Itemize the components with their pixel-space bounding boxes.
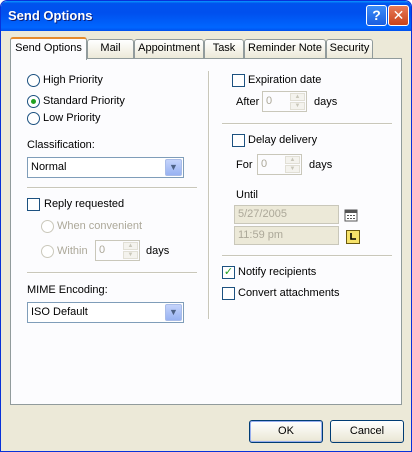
expiration-date-label[interactable]: Expiration date <box>248 74 321 86</box>
mime-encoding-select[interactable]: ISO Default ▼ <box>27 302 184 323</box>
convert-attachments-checkbox[interactable] <box>222 287 235 300</box>
divider <box>222 123 392 125</box>
convert-attachments-label[interactable]: Convert attachments <box>238 287 340 299</box>
within-days-unit: days <box>146 245 170 257</box>
close-button[interactable]: ✕ <box>388 5 409 26</box>
classification-label: Classification: <box>27 139 95 151</box>
radio-when-convenient[interactable] <box>41 220 54 233</box>
spin-down-icon[interactable]: ▼ <box>123 251 138 259</box>
chevron-down-icon[interactable]: ▼ <box>165 304 182 321</box>
notify-recipients-label[interactable]: Notify recipients <box>238 266 316 278</box>
divider <box>27 272 197 274</box>
help-icon: ? <box>372 7 381 23</box>
close-icon: ✕ <box>392 7 405 23</box>
calendar-icon[interactable] <box>344 208 358 222</box>
spin-up-icon[interactable]: ▲ <box>123 242 138 250</box>
delay-days-spinner[interactable]: 0 ▲ ▼ <box>257 154 302 175</box>
send-options-dialog: Send Options ? ✕ Send Options Mail Appoi… <box>0 0 412 452</box>
tab-mail[interactable]: Mail <box>87 39 134 58</box>
within-days-spinner[interactable]: 0 ▲ ▼ <box>95 240 140 261</box>
tab-security[interactable]: Security <box>326 39 373 58</box>
divider <box>27 187 197 189</box>
send-options-panel: High Priority Standard Priority Low Prio… <box>10 58 402 405</box>
spin-up-icon[interactable]: ▲ <box>290 93 305 101</box>
tab-task[interactable]: Task <box>204 39 244 58</box>
radio-within[interactable] <box>41 245 54 258</box>
vertical-divider <box>208 71 210 319</box>
tab-reminder-note[interactable]: Reminder Note <box>244 39 326 58</box>
until-date-value: 5/27/2005 <box>238 208 287 220</box>
spin-up-icon[interactable]: ▲ <box>285 156 300 164</box>
expiration-date-checkbox[interactable] <box>232 74 245 87</box>
reply-requested-checkbox[interactable] <box>27 198 40 211</box>
classification-select[interactable]: Normal ▼ <box>27 157 184 178</box>
notify-recipients-checkbox[interactable]: ✓ <box>222 266 235 279</box>
when-convenient-label[interactable]: When convenient <box>57 220 142 232</box>
radio-low-priority[interactable] <box>27 112 40 125</box>
radio-high-priority[interactable] <box>27 74 40 87</box>
expiration-days-spinner[interactable]: 0 ▲ ▼ <box>262 91 307 112</box>
delay-days-unit: days <box>309 159 333 171</box>
expiration-after-label: After <box>236 96 260 108</box>
help-button[interactable]: ? <box>366 5 387 26</box>
until-time-value: 11:59 pm <box>238 229 284 241</box>
high-priority-label[interactable]: High Priority <box>43 74 103 86</box>
ok-button[interactable]: OK <box>249 420 323 443</box>
title-bar[interactable]: Send Options ? ✕ <box>1 1 411 31</box>
delay-delivery-label[interactable]: Delay delivery <box>248 134 317 146</box>
classification-value: Normal <box>31 161 67 173</box>
window-title: Send Options <box>8 8 93 23</box>
expiration-days-unit: days <box>314 96 338 108</box>
divider <box>222 255 392 257</box>
chevron-down-icon[interactable]: ▼ <box>165 159 182 176</box>
until-label: Until <box>236 189 259 201</box>
reply-requested-label[interactable]: Reply requested <box>44 198 124 210</box>
low-priority-label[interactable]: Low Priority <box>43 112 100 124</box>
radio-standard-priority[interactable] <box>27 95 40 108</box>
tab-appointment[interactable]: Appointment <box>134 39 204 58</box>
within-label[interactable]: Within <box>57 245 88 257</box>
standard-priority-label[interactable]: Standard Priority <box>43 95 125 107</box>
clock-icon[interactable] <box>346 230 360 244</box>
delay-days-value: 0 <box>261 158 268 170</box>
until-date-field[interactable]: 5/27/2005 <box>234 205 339 224</box>
mime-encoding-label: MIME Encoding: <box>27 284 108 296</box>
cancel-button[interactable]: Cancel <box>330 420 404 443</box>
delay-for-label: For <box>236 159 253 171</box>
spin-down-icon[interactable]: ▼ <box>290 102 305 110</box>
until-time-field[interactable]: 11:59 pm <box>234 226 339 245</box>
tab-send-options[interactable]: Send Options <box>10 37 87 60</box>
spin-down-icon[interactable]: ▼ <box>285 165 300 173</box>
expiration-days-value: 0 <box>266 95 273 107</box>
mime-encoding-value: ISO Default <box>31 306 88 318</box>
within-days-value: 0 <box>99 244 106 256</box>
delay-delivery-checkbox[interactable] <box>232 134 245 147</box>
